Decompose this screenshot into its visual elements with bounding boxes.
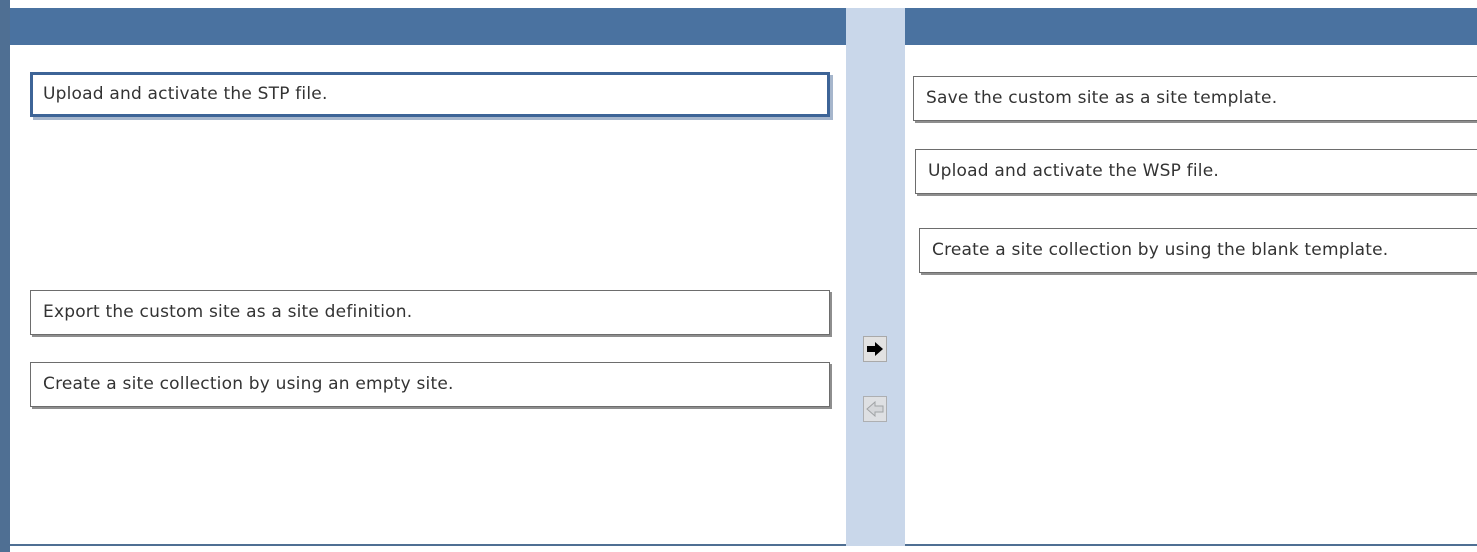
choices-panel-header [10, 8, 846, 45]
window-left-edge [0, 0, 10, 552]
arrow-right-icon [867, 342, 883, 356]
arrow-left-icon [866, 401, 884, 417]
top-margin [0, 0, 1477, 8]
answer-item[interactable]: Upload and activate the WSP file. [915, 149, 1477, 194]
move-right-button[interactable] [863, 336, 887, 362]
answer-item[interactable]: Create a site collection by using the bl… [919, 228, 1477, 273]
choice-item[interactable]: Export the custom site as a site definit… [30, 290, 830, 335]
choice-item[interactable]: Upload and activate the STP file. [30, 72, 830, 117]
move-controls-strip [846, 8, 905, 546]
answer-item[interactable]: Save the custom site as a site template. [913, 76, 1477, 121]
move-left-button[interactable] [863, 396, 887, 422]
answer-panel: Save the custom site as a site template.… [905, 8, 1477, 546]
answer-panel-header [905, 8, 1477, 45]
choices-panel: Upload and activate the STP file. Export… [10, 8, 846, 546]
choice-item[interactable]: Create a site collection by using an emp… [30, 362, 830, 407]
